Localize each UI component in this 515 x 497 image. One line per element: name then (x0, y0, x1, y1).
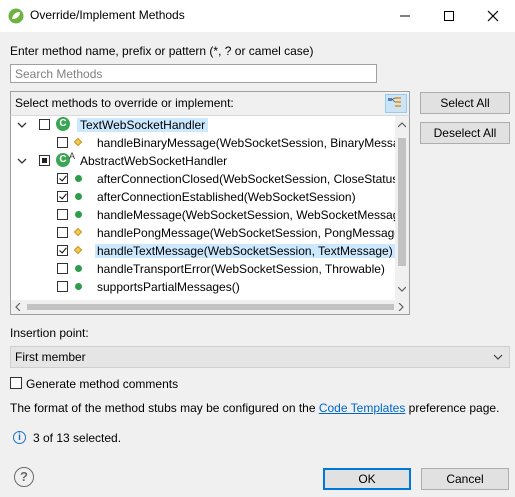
insertion-point-select[interactable]: First member (10, 346, 510, 368)
close-icon (487, 10, 499, 22)
scroll-up-icon[interactable] (398, 122, 406, 128)
class-name: AbstractWebSocketHandler (80, 154, 228, 168)
stub-format-suffix: preference page. (405, 401, 500, 415)
maximize-icon (444, 11, 454, 21)
protected-method-icon (73, 137, 83, 147)
deselect-all-button[interactable]: Deselect All (420, 122, 510, 144)
method-tree[interactable]: C TextWebSocketHandler handleBinaryMessa… (10, 115, 410, 315)
row-checkbox[interactable] (57, 263, 68, 274)
class-icon: C (56, 117, 70, 131)
method-signature: handleTransportError(WebSocketSession, T… (97, 262, 385, 276)
tree-header: Select methods to override or implement: (10, 91, 410, 115)
window-title: Override/Implement Methods (30, 8, 185, 22)
tree-row-method[interactable]: afterConnectionEstablished(WebSocketSess… (11, 188, 396, 206)
tree-row-method[interactable]: handleTransportError(WebSocketSession, T… (11, 260, 396, 278)
method-signature: afterConnectionClosed(WebSocketSession, … (97, 172, 403, 186)
public-method-icon (75, 283, 82, 290)
scroll-right-icon[interactable] (398, 303, 404, 311)
stub-format-prefix: The format of the method stubs may be co… (10, 401, 319, 415)
protected-method-icon (73, 245, 83, 255)
filter-label: Enter method name, prefix or pattern (*,… (10, 44, 314, 58)
row-checkbox[interactable] (57, 173, 68, 184)
abstract-marker: A (69, 151, 76, 161)
tree-row-method[interactable]: handlePongMessage(WebSocketSession, Pong… (11, 224, 405, 242)
method-signature: handleMessage(WebSocketSession, WebSocke… (97, 208, 410, 222)
method-signature: handleBinaryMessage(WebSocketSession, Bi… (97, 136, 410, 150)
tree-row-method[interactable]: afterConnectionClosed(WebSocketSession, … (11, 170, 402, 188)
row-checkbox[interactable] (39, 155, 50, 166)
public-method-icon (75, 175, 82, 182)
method-signature: afterConnectionEstablished(WebSocketSess… (97, 190, 356, 204)
maximize-button[interactable] (427, 0, 471, 32)
ok-button[interactable]: OK (323, 468, 411, 490)
tree-row-method[interactable]: supportsPartialMessages() (11, 278, 396, 296)
public-method-icon (75, 193, 82, 200)
scroll-left-icon[interactable] (15, 303, 21, 311)
help-icon[interactable]: ? (14, 467, 34, 487)
tree-row-class[interactable]: C A AbstractWebSocketHandler (11, 151, 396, 170)
row-checkbox[interactable] (57, 209, 68, 220)
scroll-down-icon[interactable] (398, 286, 406, 292)
row-checkbox[interactable] (57, 137, 68, 148)
tree-row-method[interactable]: handleBinaryMessage(WebSocketSession, Bi… (11, 134, 409, 152)
horizontal-scrollbar[interactable] (11, 300, 409, 314)
chevron-down-icon[interactable] (17, 156, 27, 166)
hierarchy-view-button[interactable] (385, 94, 407, 113)
select-all-button[interactable]: Select All (420, 92, 510, 114)
row-checkbox[interactable] (57, 281, 68, 292)
public-method-icon (75, 265, 82, 272)
vertical-scrollbar[interactable] (395, 116, 409, 300)
close-button[interactable] (471, 0, 515, 32)
search-input[interactable] (10, 64, 377, 83)
protected-method-icon (73, 227, 83, 237)
insertion-point-label: Insertion point: (10, 326, 89, 340)
public-method-icon (75, 211, 82, 218)
tree-row-method[interactable]: handleTextMessage(WebSocketSession, Text… (11, 242, 396, 260)
row-checkbox[interactable] (39, 119, 50, 130)
row-checkbox[interactable] (57, 227, 68, 238)
class-name: TextWebSocketHandler (77, 118, 209, 132)
tree-header-label: Select methods to override or implement: (15, 96, 234, 110)
minimize-button[interactable] (383, 0, 427, 32)
abstract-class-icon: C (56, 153, 70, 167)
generate-comments-label[interactable]: Generate method comments (26, 377, 178, 391)
code-templates-link[interactable]: Code Templates (319, 401, 406, 415)
row-checkbox[interactable] (57, 191, 68, 202)
chevron-down-icon (493, 354, 503, 360)
method-signature: supportsPartialMessages() (97, 280, 240, 294)
method-signature: handleTextMessage(WebSocketSession, Text… (95, 244, 395, 258)
tree-row-method[interactable]: handleMessage(WebSocketSession, WebSocke… (11, 206, 409, 224)
info-icon: i (13, 431, 26, 444)
insertion-point-value: First member (15, 350, 86, 364)
title-bar: Override/Implement Methods (0, 0, 515, 32)
stub-format-text: The format of the method stubs may be co… (10, 401, 499, 415)
cancel-button[interactable]: Cancel (421, 468, 509, 490)
method-signature: handlePongMessage(WebSocketSession, Pong… (97, 226, 405, 240)
scroll-thumb[interactable] (27, 304, 394, 310)
scroll-thumb[interactable] (398, 138, 406, 266)
selection-status: 3 of 13 selected. (33, 431, 122, 445)
chevron-down-icon[interactable] (17, 120, 27, 130)
generate-comments-checkbox[interactable] (10, 377, 22, 389)
minimize-icon (400, 15, 410, 17)
row-checkbox[interactable] (57, 245, 68, 256)
hierarchy-view-icon (388, 97, 401, 107)
spring-leaf-icon (8, 8, 24, 24)
tree-row-class[interactable]: C TextWebSocketHandler (11, 116, 396, 134)
